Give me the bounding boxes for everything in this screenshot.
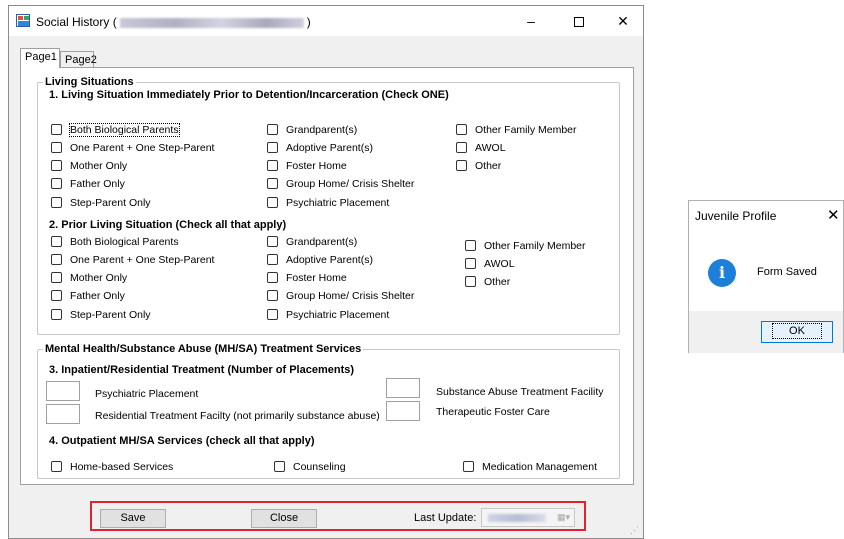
social-history-window: Social History () – ✕ Page1 Page2 Living… xyxy=(8,5,644,539)
q2-other-family-member-checkbox[interactable]: Other Family Member xyxy=(465,239,586,253)
app-icon xyxy=(16,14,30,27)
living-situations-group: Living Situations 1. Living Situation Im… xyxy=(37,76,620,335)
q2-mother-only-checkbox[interactable]: Mother Only xyxy=(51,271,127,285)
psychiatric-placement-label: Psychiatric Placement xyxy=(95,388,199,400)
last-update-label: Last Update: xyxy=(414,512,477,524)
substance-abuse-facility-label: Substance Abuse Treatment Facility xyxy=(436,386,604,398)
dialog-close-button[interactable]: ✕ xyxy=(827,206,840,224)
action-bar: Save Close Last Update: ▦▾ xyxy=(90,501,586,531)
q1-father-only-checkbox[interactable]: Father Only xyxy=(51,177,125,191)
tab-page1[interactable]: Page1 xyxy=(20,48,60,68)
dialog-footer: OK xyxy=(689,311,843,353)
title-bar[interactable]: Social History () – ✕ xyxy=(9,6,643,36)
q1-other-checkbox[interactable]: Other xyxy=(456,159,501,173)
mhsa-treatment-group: Mental Health/Substance Abuse (MH/SA) Tr… xyxy=(37,343,620,479)
q1-other-family-member-checkbox[interactable]: Other Family Member xyxy=(456,123,577,137)
calendar-dropdown-icon: ▦▾ xyxy=(556,512,570,522)
q2-grandparents-checkbox[interactable]: Grandparent(s) xyxy=(267,235,357,249)
dialog-message: Form Saved xyxy=(757,266,817,278)
therapeutic-foster-care-label: Therapeutic Foster Care xyxy=(436,406,550,418)
q1-mother-only-checkbox[interactable]: Mother Only xyxy=(51,159,127,173)
q1-adoptive-parents-checkbox[interactable]: Adoptive Parent(s) xyxy=(267,141,373,155)
q1-one-parent-step-parent-checkbox[interactable]: One Parent + One Step-Parent xyxy=(51,141,214,155)
q2-one-parent-step-parent-checkbox[interactable]: One Parent + One Step-Parent xyxy=(51,253,214,267)
counseling-checkbox[interactable]: Counseling xyxy=(274,460,346,474)
residential-treatment-count-input[interactable] xyxy=(46,404,80,424)
q2-father-only-checkbox[interactable]: Father Only xyxy=(51,289,125,303)
q2-foster-home-checkbox[interactable]: Foster Home xyxy=(267,271,347,285)
maximize-icon xyxy=(574,17,584,28)
question-4-heading: 4. Outpatient MH/SA Services (check all … xyxy=(49,435,315,447)
close-window-button[interactable]: ✕ xyxy=(601,6,645,36)
ok-button[interactable]: OK xyxy=(761,321,833,343)
q2-adoptive-parents-checkbox[interactable]: Adoptive Parent(s) xyxy=(267,253,373,267)
q2-group-home-checkbox[interactable]: Group Home/ Crisis Shelter xyxy=(267,289,414,303)
checkbox-box xyxy=(51,124,62,135)
q1-both-biological-parents-checkbox[interactable]: Both Biological Parents xyxy=(51,123,180,137)
maximize-button[interactable] xyxy=(557,6,601,36)
question-1-heading: 1. Living Situation Immediately Prior to… xyxy=(49,89,449,101)
q1-psychiatric-placement-checkbox[interactable]: Psychiatric Placement xyxy=(267,196,389,210)
substance-abuse-facility-count-input[interactable] xyxy=(386,378,420,398)
q2-other-checkbox[interactable]: Other xyxy=(465,275,510,289)
q2-step-parent-only-checkbox[interactable]: Step-Parent Only xyxy=(51,308,151,322)
window-title: Social History () xyxy=(36,15,311,29)
question-2-heading: 2. Prior Living Situation (Check all tha… xyxy=(49,219,287,231)
home-based-services-checkbox[interactable]: Home-based Services xyxy=(51,460,173,474)
information-icon: i xyxy=(708,259,736,287)
q2-psychiatric-placement-checkbox[interactable]: Psychiatric Placement xyxy=(267,308,389,322)
redacted-date-value xyxy=(488,514,546,522)
tab-page2[interactable]: Page2 xyxy=(60,51,97,68)
juvenile-profile-dialog: Juvenile Profile ✕ i Form Saved OK xyxy=(688,200,844,353)
q1-grandparents-checkbox[interactable]: Grandparent(s) xyxy=(267,123,357,137)
q1-group-home-checkbox[interactable]: Group Home/ Crisis Shelter xyxy=(267,177,414,191)
q2-both-biological-parents-checkbox[interactable]: Both Biological Parents xyxy=(51,235,179,249)
dialog-title: Juvenile Profile xyxy=(695,209,777,223)
mhsa-legend: Mental Health/Substance Abuse (MH/SA) Tr… xyxy=(43,343,364,355)
close-button[interactable]: Close xyxy=(251,509,317,528)
therapeutic-foster-care-count-input[interactable] xyxy=(386,401,420,421)
medication-management-checkbox[interactable]: Medication Management xyxy=(463,460,597,474)
tab-panel-page1: Living Situations 1. Living Situation Im… xyxy=(20,67,634,485)
q2-awol-checkbox[interactable]: AWOL xyxy=(465,257,515,271)
redacted-title-text xyxy=(119,17,304,28)
q1-awol-checkbox[interactable]: AWOL xyxy=(456,141,506,155)
q1-step-parent-only-checkbox[interactable]: Step-Parent Only xyxy=(51,196,151,210)
living-situations-legend: Living Situations xyxy=(43,76,136,88)
psychiatric-placement-count-input[interactable] xyxy=(46,381,80,401)
q1-foster-home-checkbox[interactable]: Foster Home xyxy=(267,159,347,173)
save-button[interactable]: Save xyxy=(100,509,166,528)
last-update-date-picker[interactable]: ▦▾ xyxy=(481,508,575,527)
resize-grip-icon[interactable]: ⋰ xyxy=(630,525,639,536)
minimize-button[interactable]: – xyxy=(509,6,553,36)
question-3-heading: 3. Inpatient/Residential Treatment (Numb… xyxy=(49,364,355,376)
residential-treatment-label: Residential Treatment Facilty (not prima… xyxy=(95,410,380,422)
